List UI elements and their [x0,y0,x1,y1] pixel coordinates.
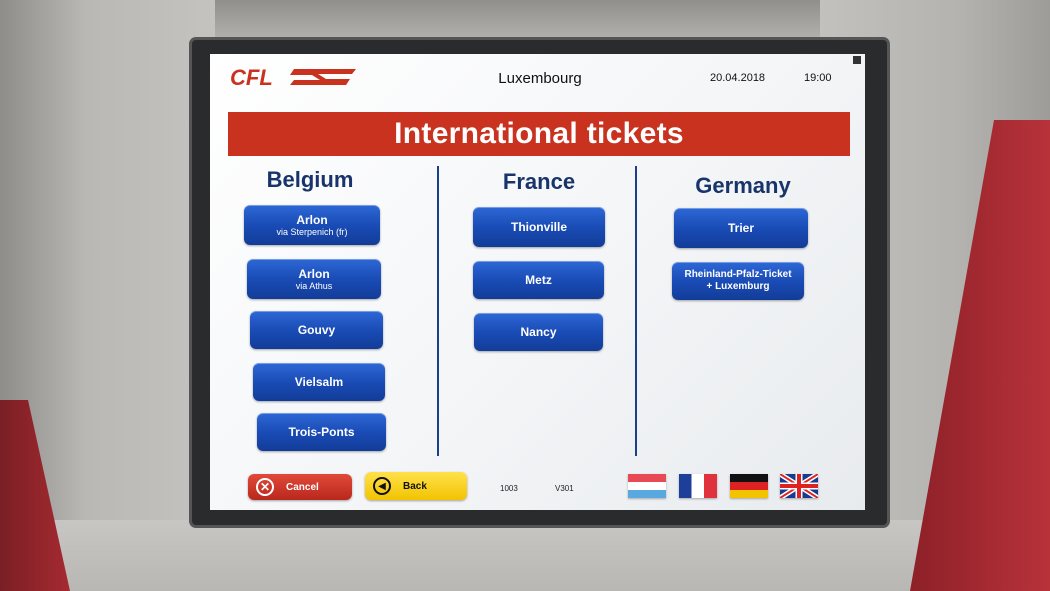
back-button[interactable]: ◀ Back [365,472,467,500]
kiosk-frame-bottom [0,520,1050,591]
destination-label: Vielsalm [294,375,344,389]
back-label: Back [403,480,427,492]
column-divider-2 [635,166,637,456]
destination-label: Gouvy [297,323,336,337]
destination-button-arlon-athus[interactable]: Arlon via Athus [247,259,381,299]
destination-label: Nancy [520,325,557,339]
destination-label: Trier [727,221,754,235]
screen-corner-indicator [853,56,861,64]
destination-label: Thionville [510,220,567,234]
touch-screen: CFL Luxembourg 20.04.2018 19:00 Internat… [210,54,865,510]
station-name: Luxembourg [498,70,582,87]
heading-germany: Germany [695,173,791,198]
destination-button-nancy[interactable]: Nancy [474,313,603,351]
cfl-logo-text: CFL [230,66,273,88]
luxembourg-flag-icon[interactable] [628,474,666,498]
cancel-button[interactable]: ✕ Cancel [248,474,352,500]
terminal-code: 1003 [500,484,518,493]
germany-flag-icon[interactable] [730,474,768,498]
destination-button-gouvy[interactable]: Gouvy [250,311,383,349]
uk-flag-icon[interactable] [780,474,818,498]
version-code: V301 [555,484,574,493]
destination-button-arlon-sterpenich[interactable]: Arlon via Sterpenich (fr) [244,205,380,245]
destination-button-rheinland-pfalz-ticket[interactable]: Rheinland-Pfalz-Ticket + Luxemburg [672,262,804,300]
destination-button-metz[interactable]: Metz [473,261,604,299]
arrow-left-icon: ◀ [373,477,391,495]
cfl-logo: CFL [230,66,356,88]
close-icon: ✕ [256,478,274,496]
destination-button-vielsalm[interactable]: Vielsalm [253,363,385,401]
page-title: International tickets [228,112,850,156]
cancel-label: Cancel [286,481,319,493]
destination-button-thionville[interactable]: Thionville [473,207,605,247]
destination-button-trois-ponts[interactable]: Trois-Ponts [257,413,386,451]
current-time: 19:00 [804,72,832,84]
destination-sublabel: via Athus [295,280,333,291]
destination-sublabel: + Luxemburg [706,281,770,292]
column-divider-1 [437,166,439,456]
destination-label: Arlon [296,212,328,227]
destination-label: Metz [525,273,552,287]
destination-button-trier[interactable]: Trier [674,208,808,248]
destination-sublabel: via Sterpenich (fr) [276,226,348,237]
heading-belgium: Belgium [266,167,354,192]
current-date: 20.04.2018 [710,72,766,84]
heading-france: France [502,169,576,194]
destination-label: Arlon [298,266,330,281]
destination-label: Rheinland-Pfalz-Ticket [684,269,792,280]
france-flag-icon[interactable] [679,474,717,498]
destination-label: Trois-Ponts [288,425,355,439]
